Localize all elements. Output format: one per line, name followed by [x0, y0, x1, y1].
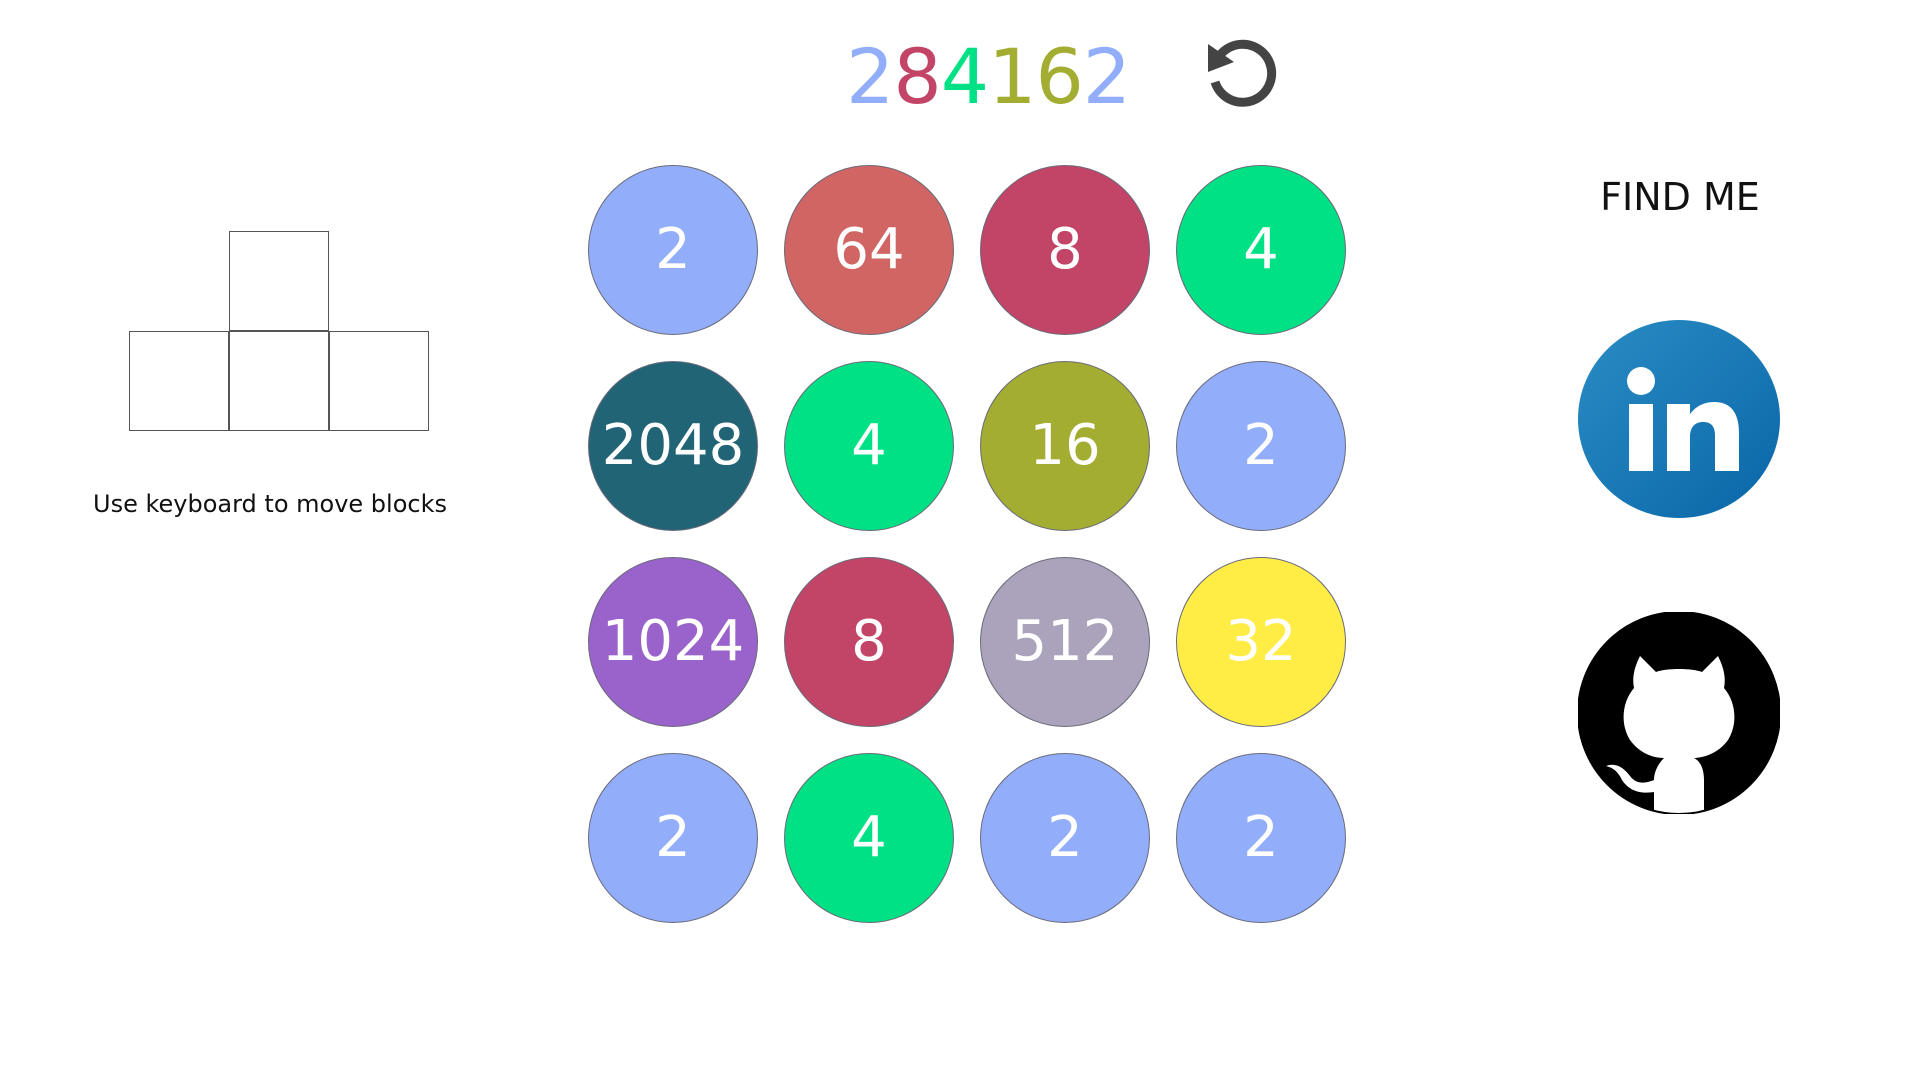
github-link[interactable]	[1578, 612, 1780, 814]
tile-512: 512	[980, 557, 1150, 727]
arrow-key-right	[329, 331, 429, 431]
arrow-key-up	[229, 231, 329, 331]
game-board: 2 64 8 4 2048 4 16 2 1024 8 512 32 2 4 2 2	[588, 165, 1346, 923]
score-digit: 1	[988, 32, 1036, 121]
tile-8: 8	[980, 165, 1150, 335]
tile-64: 64	[784, 165, 954, 335]
score-digit: 2	[1082, 32, 1131, 121]
tile-4: 4	[1176, 165, 1346, 335]
tile-2048: 2048	[588, 361, 758, 531]
tile-2: 2	[1176, 753, 1346, 923]
linkedin-link[interactable]	[1578, 318, 1780, 520]
tile-2: 2	[588, 165, 758, 335]
help-text: Use keyboard to move blocks	[93, 490, 447, 518]
tile-16: 16	[980, 361, 1150, 531]
github-icon	[1578, 612, 1780, 814]
find-me-heading: FIND ME	[1600, 175, 1760, 219]
tile-1024: 1024	[588, 557, 758, 727]
undo-button[interactable]	[1204, 38, 1280, 114]
score-digit: 8	[893, 32, 941, 121]
linkedin-icon	[1578, 320, 1780, 518]
score-digit: 6	[1035, 32, 1083, 121]
arrow-key-left	[129, 331, 229, 431]
arrow-key-down	[229, 331, 329, 431]
undo-icon	[1208, 39, 1277, 107]
tile-4: 4	[784, 361, 954, 531]
score-digit: 4	[940, 32, 989, 121]
tile-32: 32	[1176, 557, 1346, 727]
tile-2: 2	[588, 753, 758, 923]
tile-8: 8	[784, 557, 954, 727]
score-digit: 2	[846, 32, 894, 121]
game-page: 284162 Use keyboard to move blocks 2 64 8 4…	[0, 0, 1920, 1080]
arrow-keys-diagram	[129, 231, 433, 433]
tile-2: 2	[980, 753, 1150, 923]
tile-4: 4	[784, 753, 954, 923]
tile-2: 2	[1176, 361, 1346, 531]
score-title: 284162	[846, 32, 1131, 122]
